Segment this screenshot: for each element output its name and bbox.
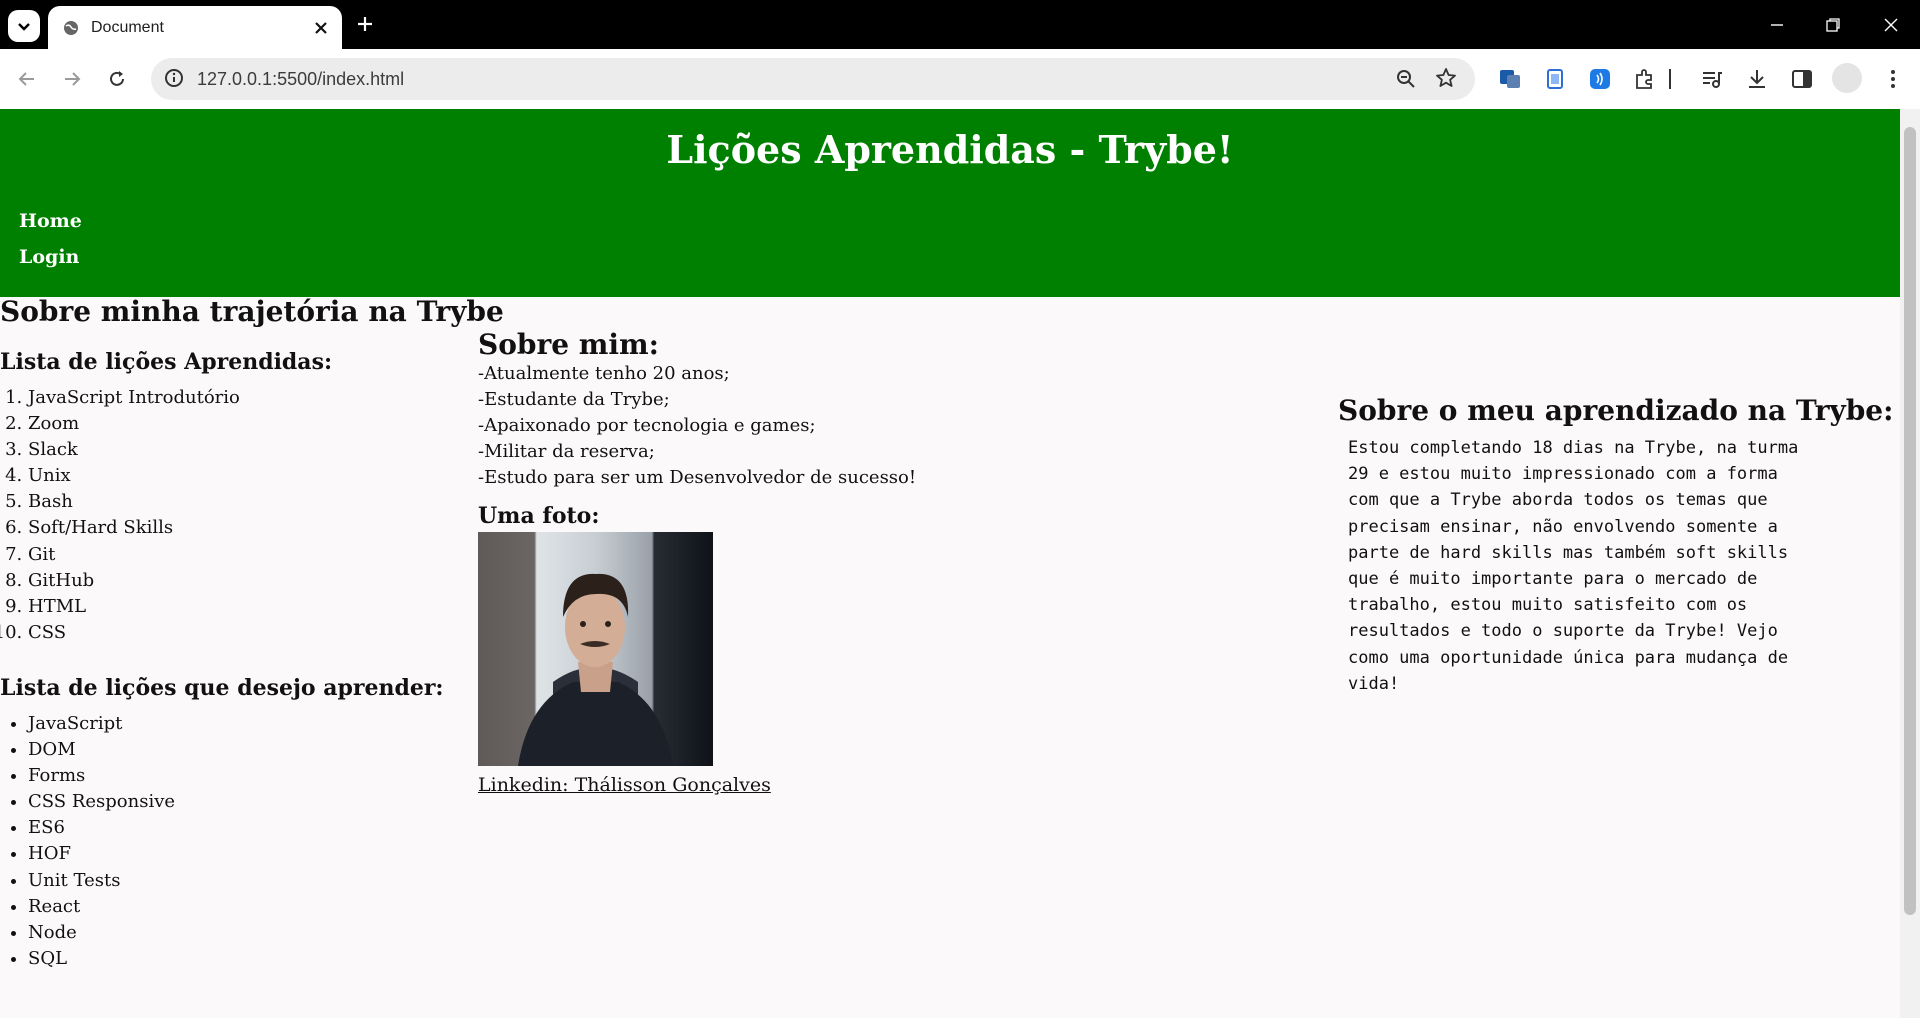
extensions-icon[interactable] [1631, 65, 1659, 93]
list-item: Unix [28, 463, 240, 489]
nav-login-link[interactable]: Login [19, 246, 79, 268]
side-panel-icon[interactable] [1788, 65, 1816, 93]
forward-icon[interactable] [58, 65, 86, 93]
media-icon[interactable] [1698, 65, 1726, 93]
list-item: Git [28, 542, 240, 568]
audio-extension-icon[interactable] [1586, 65, 1614, 93]
page-scrollbar[interactable] [1900, 109, 1920, 1018]
site-info-icon[interactable] [163, 67, 185, 89]
browser-toolbar: 127.0.0.1:5500/index.html [0, 49, 1920, 110]
download-icon[interactable] [1743, 65, 1771, 93]
list-item: CSS [28, 620, 240, 646]
about-line: -Estudante da Trybe; [478, 389, 670, 411]
docs-extension-icon[interactable] [1541, 65, 1569, 93]
globe-icon [63, 20, 79, 36]
list-item: GitHub [28, 568, 240, 594]
list-item: Slack [28, 437, 240, 463]
about-line: -Atualmente tenho 20 anos; [478, 363, 730, 384]
about-heading: Sobre mim: [478, 328, 660, 361]
list-item: HTML [28, 594, 240, 620]
avatar[interactable] [1832, 63, 1862, 93]
wish-list: JavaScript DOM Forms CSS Responsive ES6 … [0, 711, 175, 972]
list-item: React [28, 894, 175, 920]
list-item: CSS Responsive [28, 789, 175, 815]
chevron-down-icon [18, 23, 30, 31]
close-icon[interactable] [314, 21, 328, 35]
toolbar-divider [1664, 65, 1676, 93]
browser-tab[interactable]: Document [48, 6, 342, 49]
close-window-icon[interactable] [1878, 12, 1904, 38]
list-item: SQL [28, 946, 175, 972]
list-item: Zoom [28, 411, 240, 437]
page-title: Lições Aprendidas - Trybe! [666, 127, 1234, 172]
list-item: Bash [28, 489, 240, 515]
reload-icon[interactable] [103, 65, 131, 93]
learning-heading: Sobre o meu aprendizado na Trybe: [1338, 394, 1894, 427]
list-item: DOM [28, 737, 175, 763]
list-item: Unit Tests [28, 868, 175, 894]
tab-title: Document [91, 18, 164, 36]
translate-extension-icon[interactable] [1496, 65, 1524, 93]
list-item: Forms [28, 763, 175, 789]
back-icon[interactable] [13, 65, 41, 93]
list-item: Soft/Hard Skills [28, 515, 240, 541]
about-list: -Atualmente tenho 20 anos; -Estudante da… [478, 361, 916, 491]
page-content: Lições Aprendidas - Trybe! Home Login So… [0, 109, 1900, 1018]
menu-dots-icon[interactable] [1879, 65, 1907, 93]
linkedin-link[interactable]: Linkedin: Thálisson Gonçalves [478, 774, 771, 796]
nav-home-link[interactable]: Home [19, 210, 82, 232]
list-item: JavaScript [28, 711, 175, 737]
about-line: -Militar da reserva; [478, 441, 655, 463]
list-item: Node [28, 920, 175, 946]
star-icon[interactable] [1435, 67, 1457, 89]
photo-heading: Uma foto: [478, 503, 600, 529]
section-heading: Sobre minha trajetória na Trybe [0, 295, 504, 328]
list-item: JavaScript Introdutório [28, 385, 240, 411]
list-item: HOF [28, 841, 175, 867]
plus-icon[interactable] [353, 12, 377, 36]
url-text[interactable]: 127.0.0.1:5500/index.html [197, 69, 404, 90]
zoom-icon[interactable] [1395, 68, 1417, 90]
site-header: Lições Aprendidas - Trybe! Home Login [0, 109, 1900, 297]
about-line: -Apaixonado por tecnologia e games; [478, 415, 816, 437]
profile-photo [478, 532, 713, 766]
address-bar[interactable]: 127.0.0.1:5500/index.html [151, 58, 1475, 100]
learned-list: JavaScript Introdutório Zoom Slack Unix … [0, 385, 240, 646]
minimize-icon[interactable] [1764, 12, 1790, 38]
scrollbar-thumb[interactable] [1904, 127, 1916, 915]
learned-list-heading: Lista de lições Aprendidas: [0, 349, 333, 375]
browser-tab-strip: Document [0, 0, 1920, 49]
learning-paragraph: Estou completando 18 dias na Trybe, na t… [1348, 438, 1799, 694]
wish-list-heading: Lista de lições que desejo aprender: [0, 675, 444, 701]
tab-search-button[interactable] [8, 10, 40, 42]
list-item: ES6 [28, 815, 175, 841]
about-line: -Estudo para ser um Desenvolvedor de suc… [478, 467, 917, 489]
restore-icon[interactable] [1820, 12, 1846, 38]
